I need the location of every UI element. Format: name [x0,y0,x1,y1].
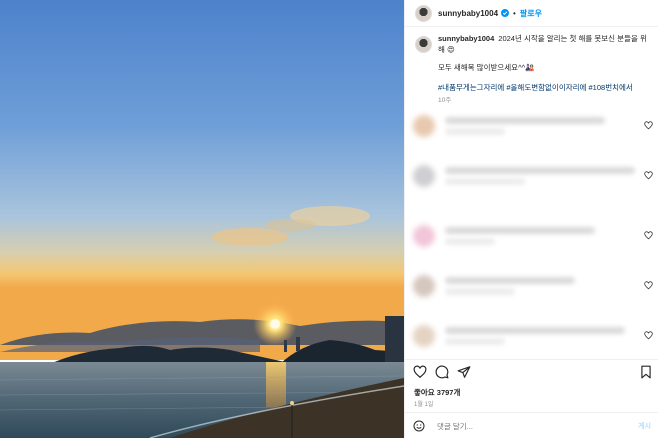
post-comment-button[interactable]: 게시 [638,421,651,431]
sunset-beach-image [0,0,404,438]
comment-icon[interactable] [435,365,449,379]
share-icon[interactable] [457,365,471,379]
header-separator: • [513,8,516,18]
actions-divider [405,359,658,360]
author-avatar[interactable] [415,4,432,22]
list-item [413,162,658,190]
verified-badge-icon [501,9,510,17]
comment-avatar [413,275,435,297]
heart-icon[interactable] [644,121,653,130]
caption-first-line: sunnybaby1004 2024년 시작을 알리는 첫 해를 못보신 분들을 … [438,34,648,55]
heart-icon[interactable] [644,171,653,180]
list-item [413,222,658,250]
caption-greeting: 모두 새해복 많이받으세요^^🎎 [438,63,535,72]
list-item [413,112,658,140]
post-actions [413,364,653,382]
list-item [413,322,658,350]
heart-icon[interactable] [644,231,653,240]
post-side-panel: sunnybaby1004 • 팔로우 sunnybaby1004 2024년 시… [404,0,658,438]
author-username[interactable]: sunnybaby1004 [438,9,498,18]
comment-list [405,110,658,358]
like-icon[interactable] [413,365,427,379]
caption-avatar[interactable] [415,36,432,53]
list-item [413,272,658,300]
bookmark-icon[interactable] [639,365,653,379]
caption-username[interactable]: sunnybaby1004 [438,34,494,43]
heart-icon[interactable] [644,281,653,290]
follow-button[interactable]: 팔로우 [520,8,542,19]
post-caption: sunnybaby1004 2024년 시작을 알리는 첫 해를 못보신 분들을 … [415,34,651,107]
caption-hashtags[interactable]: #내품무게는그자리에 #올해도변함없이이자리에 #108번치에서 [438,83,648,94]
post-date: 1월 1일 [414,402,434,408]
comment-avatar [413,165,435,187]
comment-input[interactable] [437,421,617,431]
comment-avatar [413,225,435,247]
caption-time: 10주 [438,97,452,104]
comment-bar: 게시 [405,414,658,438]
comment-avatar [413,325,435,347]
post-photo[interactable] [0,0,404,438]
post-header: sunnybaby1004 • 팔로우 [405,0,658,27]
emoji-icon[interactable] [413,420,425,432]
comment-bar-divider [405,412,658,413]
comment-avatar [413,115,435,137]
likes-count[interactable]: 좋아요 3797개 [414,387,460,398]
heart-icon[interactable] [644,331,653,340]
